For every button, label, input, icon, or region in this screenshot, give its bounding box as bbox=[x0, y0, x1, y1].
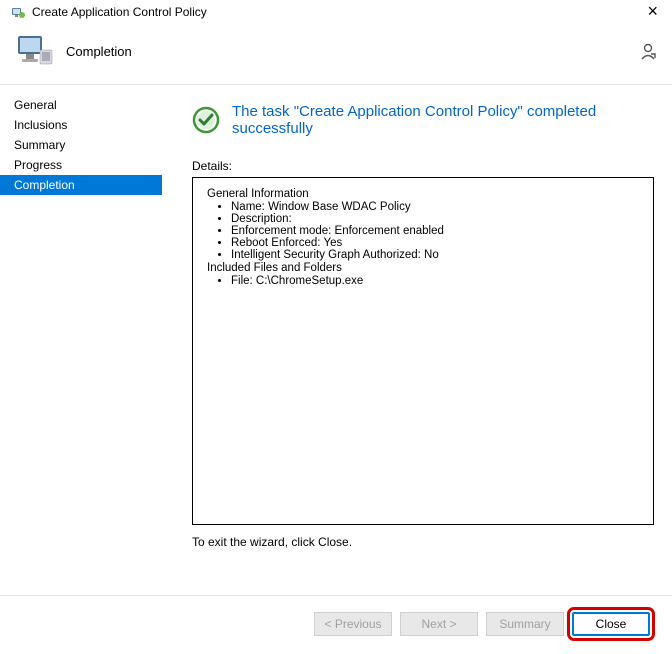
sidebar-item-general[interactable]: General bbox=[0, 95, 162, 115]
detail-name: Name: Window Base WDAC Policy bbox=[231, 201, 639, 213]
detail-enforcement: Enforcement mode: Enforcement enabled bbox=[231, 225, 639, 237]
details-general-heading: General Information bbox=[207, 188, 639, 200]
support-icon[interactable] bbox=[638, 41, 658, 61]
close-button[interactable]: Close bbox=[572, 612, 650, 636]
details-included-heading: Included Files and Folders bbox=[207, 262, 639, 274]
sidebar-item-progress[interactable]: Progress bbox=[0, 155, 162, 175]
titlebar: Create Application Control Policy × bbox=[0, 0, 672, 22]
previous-button: < Previous bbox=[314, 612, 392, 636]
main-content: The task "Create Application Control Pol… bbox=[162, 85, 672, 619]
detail-reboot: Reboot Enforced: Yes bbox=[231, 237, 639, 249]
footer-divider bbox=[0, 595, 672, 596]
success-check-icon bbox=[192, 106, 220, 134]
detail-description: Description: bbox=[231, 213, 639, 225]
exit-hint-text: To exit the wizard, click Close. bbox=[192, 535, 654, 549]
wizard-window: Create Application Control Policy × Comp… bbox=[0, 0, 672, 654]
computer-icon bbox=[14, 30, 56, 72]
button-row: < Previous Next > Summary Close bbox=[314, 612, 650, 636]
details-textbox[interactable]: General Information Name: Window Base WD… bbox=[192, 177, 654, 525]
detail-isg: Intelligent Security Graph Authorized: N… bbox=[231, 249, 639, 261]
sidebar: General Inclusions Summary Progress Comp… bbox=[0, 85, 162, 619]
detail-file: File: C:\ChromeSetup.exe bbox=[231, 275, 639, 287]
success-banner: The task "Create Application Control Pol… bbox=[192, 103, 654, 137]
next-button: Next > bbox=[400, 612, 478, 636]
body: General Inclusions Summary Progress Comp… bbox=[0, 85, 672, 619]
window-close-button[interactable]: × bbox=[647, 4, 658, 18]
app-icon bbox=[10, 4, 26, 20]
titlebar-text: Create Application Control Policy bbox=[32, 5, 207, 19]
success-text: The task "Create Application Control Pol… bbox=[232, 103, 654, 137]
details-included-list: File: C:\ChromeSetup.exe bbox=[207, 275, 639, 287]
sidebar-item-summary[interactable]: Summary bbox=[0, 135, 162, 155]
sidebar-item-completion[interactable]: Completion bbox=[0, 175, 162, 195]
page-title: Completion bbox=[66, 44, 132, 59]
details-label: Details: bbox=[192, 159, 654, 173]
header: Completion bbox=[0, 22, 672, 84]
summary-button: Summary bbox=[486, 612, 564, 636]
sidebar-item-inclusions[interactable]: Inclusions bbox=[0, 115, 162, 135]
details-general-list: Name: Window Base WDAC Policy Descriptio… bbox=[207, 201, 639, 261]
